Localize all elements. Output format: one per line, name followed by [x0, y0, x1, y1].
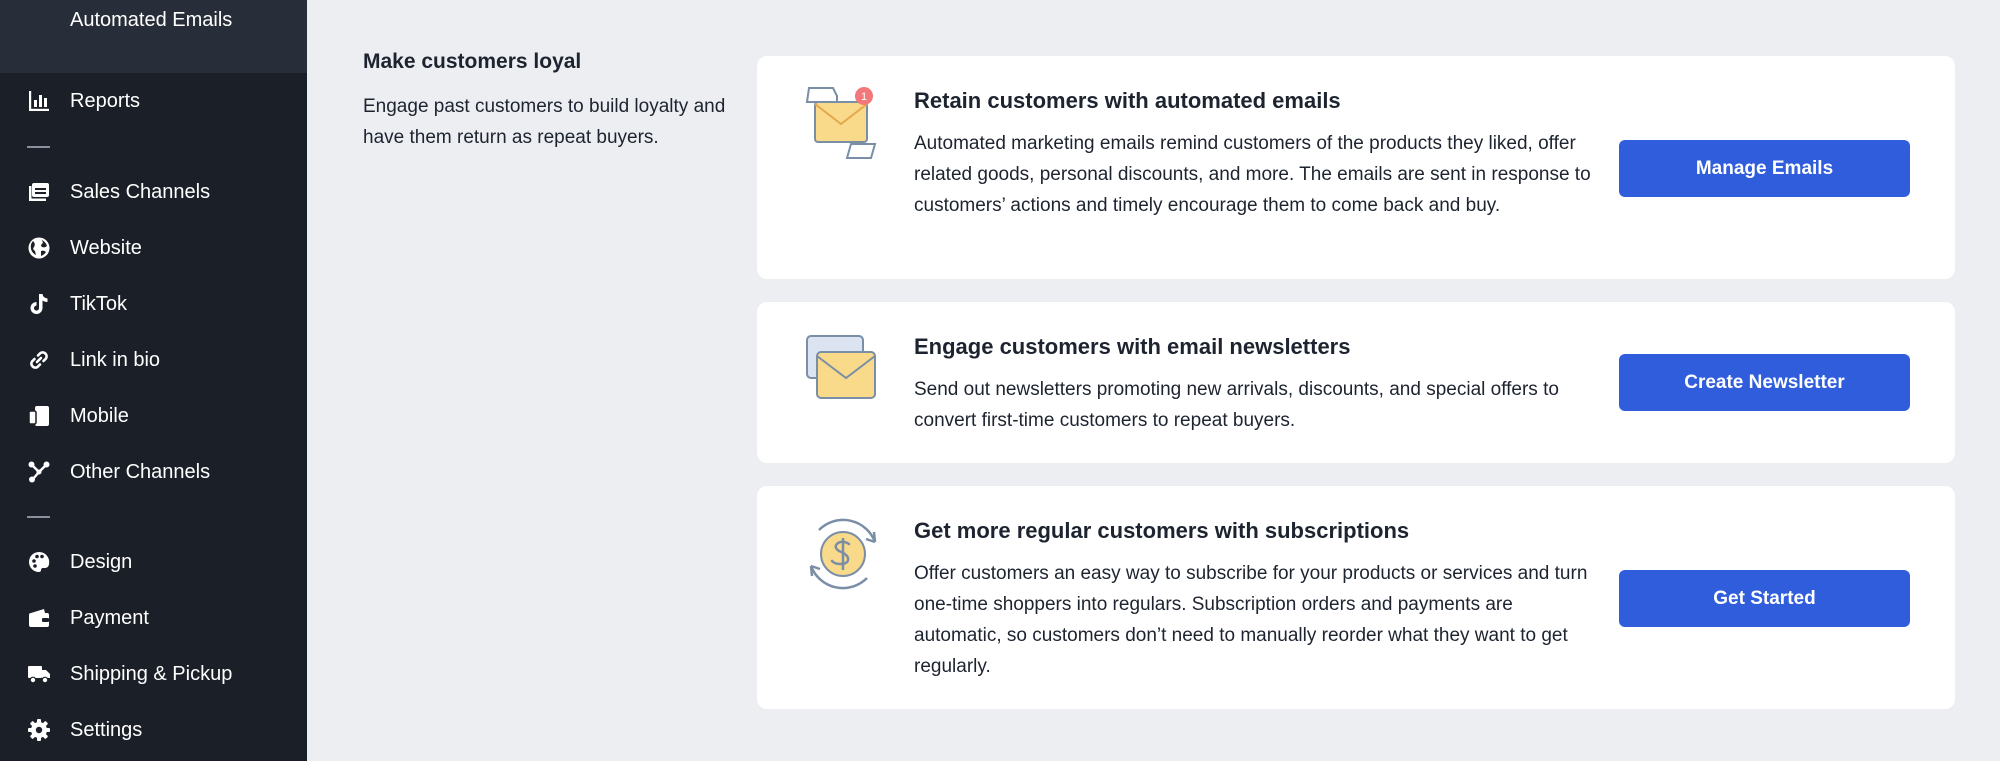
sidebar-item-settings[interactable]: Settings — [0, 706, 307, 754]
sidebar-item-label: Shipping & Pickup — [70, 662, 233, 685]
section-title: Make customers loyal — [363, 50, 582, 73]
sidebar-item-label: Link in bio — [70, 348, 161, 371]
card-title: Get more regular customers with subscrip… — [914, 518, 1410, 543]
card-title: Engage customers with email newsletters — [914, 334, 1351, 359]
sidebar-item-label: Settings — [70, 718, 143, 741]
newsletter-card: Engage customers with email newsletters … — [757, 302, 1955, 463]
tiktok-icon — [30, 294, 48, 314]
sidebar-item-sales-channels[interactable]: Sales Channels — [0, 168, 307, 216]
card-description: Offer customers an easy way to subscribe… — [914, 563, 1588, 677]
gear-icon — [28, 719, 50, 741]
card-description: Automated marketing emails remind custom… — [914, 133, 1591, 216]
palette-icon — [29, 551, 50, 572]
automated-emails-card: 1 Retain customers with automated emails… — [757, 56, 1955, 279]
sidebar-item-payment[interactable]: Payment — [0, 594, 307, 642]
globe-icon — [28, 237, 50, 259]
get-started-button[interactable]: Get Started — [1619, 570, 1910, 627]
sidebar-item-label: Website — [70, 236, 142, 259]
share-nodes-icon — [28, 461, 50, 483]
sidebar-item-link-in-bio[interactable]: Link in bio — [0, 336, 307, 384]
sidebar-item-label: Design — [70, 550, 133, 573]
automated-email-icon: 1 — [805, 87, 877, 159]
sidebar-divider — [27, 516, 50, 518]
sidebar-subitem-automated-emails[interactable]: Automated Emails — [0, 0, 307, 73]
subscriptions-card: Get more regular customers with subscrip… — [757, 486, 1955, 709]
sidebar-item-other-channels[interactable]: Other Channels — [0, 448, 307, 496]
truck-icon — [28, 666, 50, 684]
sidebar-item-label: Other Channels — [70, 460, 211, 483]
main-content: Make customers loyal Engage past custome… — [307, 0, 2000, 761]
sidebar-subitem-label: Automated Emails — [70, 9, 233, 31]
notification-badge: 1 — [861, 91, 867, 103]
sidebar-item-tiktok[interactable]: TikTok — [0, 280, 307, 328]
sidebar-item-label: Reports — [70, 89, 141, 112]
card-title: Retain customers with automated emails — [914, 88, 1341, 113]
sidebar-item-design[interactable]: Design — [0, 538, 307, 586]
sidebar: Automated Emails Reports Sales Channels … — [0, 0, 307, 761]
create-newsletter-button[interactable]: Create Newsletter — [1619, 354, 1910, 411]
sidebar-item-mobile[interactable]: Mobile — [0, 392, 307, 440]
sidebar-item-label: Payment — [70, 606, 149, 629]
section-description: Engage past customers to build loyalty a… — [363, 96, 726, 148]
sidebar-divider — [27, 146, 50, 148]
sidebar-item-label: Sales Channels — [70, 180, 211, 203]
newsletter-icon — [806, 335, 876, 399]
manage-emails-button[interactable]: Manage Emails — [1619, 140, 1910, 197]
bar-chart-icon — [29, 91, 49, 111]
card-description: Send out newsletters promoting new arriv… — [914, 379, 1559, 431]
sidebar-item-label: Mobile — [70, 404, 129, 427]
sidebar-item-label: TikTok — [70, 292, 128, 315]
sidebar-item-reports[interactable]: Reports — [0, 77, 307, 125]
link-icon — [30, 351, 48, 369]
sales-channels-icon — [29, 183, 49, 201]
subscription-dollar-icon — [809, 518, 877, 590]
sidebar-item-website[interactable]: Website — [0, 224, 307, 272]
sidebar-item-shipping-pickup[interactable]: Shipping & Pickup — [0, 650, 307, 698]
mobile-icon — [28, 406, 49, 426]
wallet-icon — [29, 609, 49, 627]
